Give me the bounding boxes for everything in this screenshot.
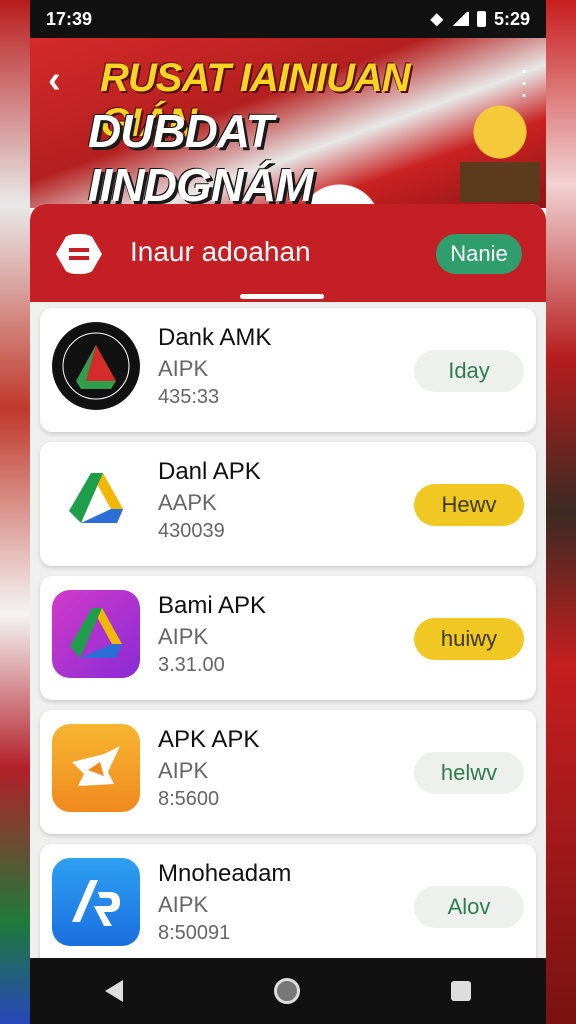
ticket-icon [52,724,140,812]
clock-time: 17:39 [46,8,93,29]
trophy-decoration [460,102,540,202]
drive-round-icon [52,322,140,410]
status-time-right: 5:29 [493,8,530,29]
app-type: AAPK [158,490,217,515]
signal-icon [450,12,469,26]
background-right [546,0,576,1024]
app-name: APK APK [158,726,260,753]
more-vert-icon[interactable]: · · · [516,56,532,108]
drive-triangle-icon [52,456,140,544]
status-icons: ◆ 5:29 [431,9,530,30]
app-type: AIPK [158,758,209,783]
app-version: 8:50091 [158,922,231,944]
app-version: 8:5600 [158,788,220,810]
app-action-button[interactable]: helwv [414,752,524,794]
nav-home-icon[interactable] [273,978,300,1004]
app-store-icon [52,858,140,946]
app-version: 430039 [158,520,225,542]
nav-recents-icon[interactable] [450,981,471,1001]
app-card[interactable]: Mnoheadam AIPK 8:50091 Alov [40,844,536,968]
app-version: 3.31.00 [158,654,225,676]
menu-hex-icon[interactable] [56,234,102,274]
wifi-icon: ◆ [430,11,443,28]
search-bar: Inaur adoahan Nanie [30,204,546,302]
header-banner: ‹ RUSAT IAINIUAN GIÁN DUBDAT IINDGNÁM · ·… [30,38,546,211]
app-name: Bami APK [158,592,267,619]
nav-back-icon[interactable] [105,980,124,1002]
app-type: AIPK [158,356,209,381]
system-nav-bar [30,958,546,1024]
background-left [0,0,30,1024]
app-action-button[interactable]: Iday [414,350,524,392]
app-name: Danl APK [158,458,261,485]
app-type: AIPK [158,892,209,917]
content-panel: Inaur adoahan Nanie Dank AMK AIPK 435:33… [30,204,546,1024]
app-action-button[interactable]: huiwy [414,618,524,660]
app-name: Mnoheadam [158,860,292,887]
search-input[interactable]: Inaur adoahan [130,236,311,268]
back-arrow-icon[interactable]: ‹ [48,60,78,100]
banner-title-line2: DUBDAT IINDGNÁM [88,105,314,211]
app-card[interactable]: Dank AMK AIPK 435:33 Iday [40,308,536,432]
drive-purple-icon [52,590,140,678]
app-card[interactable]: Bami APK AIPK 3.31.00 huiwy [40,576,536,700]
app-card[interactable]: APK APK AIPK 8:5600 helwv [40,710,536,834]
app-type: AIPK [158,624,209,649]
drag-handle[interactable] [240,294,324,299]
app-name: Dank AMK [158,324,272,351]
app-card[interactable]: Danl APK AAPK 430039 Hewv [40,442,536,566]
status-bar: 17:39 ◆ 5:29 [30,0,546,38]
app-version: 435:33 [158,386,220,408]
app-action-button[interactable]: Alov [414,886,524,928]
phone-screen: 17:39 ◆ 5:29 ‹ RUSAT IAINIUAN GIÁN DUBDA… [30,0,546,1024]
battery-icon [476,11,486,27]
name-filter-button[interactable]: Nanie [436,234,522,274]
app-action-button[interactable]: Hewv [414,484,524,526]
